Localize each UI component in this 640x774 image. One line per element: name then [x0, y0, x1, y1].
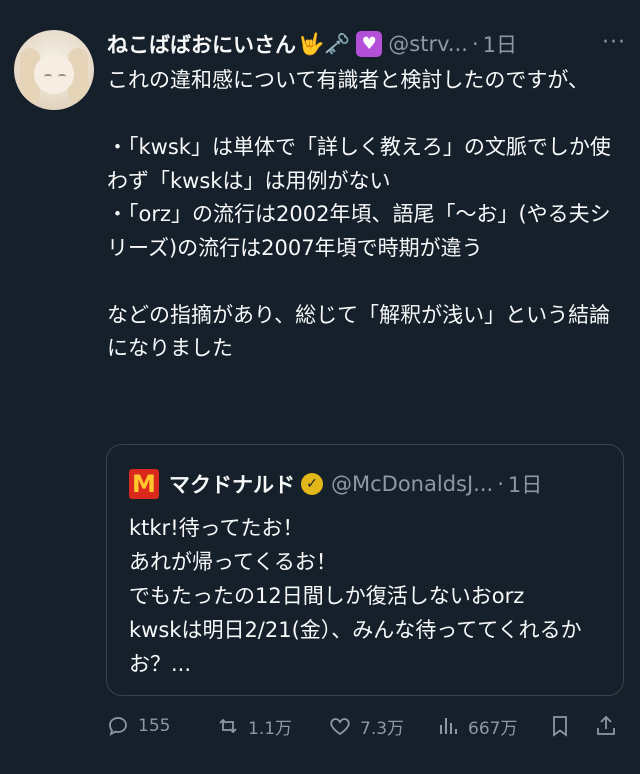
bookmark-icon: [553, 716, 567, 737]
quoted-tweet-text: ktkr!待ってたお！ あれが帰ってくるお！ でもたったの12日間しか復活しない…: [129, 516, 582, 676]
verified-badge-icon: ✓: [301, 473, 323, 495]
retweet-button[interactable]: 1.1万: [216, 714, 292, 739]
avatar-face: [34, 54, 74, 94]
action-bar: 155 1.1万 7.3万 667万: [100, 706, 626, 746]
quoted-display-name: マクドナルド: [169, 473, 295, 497]
reply-icon: [109, 717, 127, 736]
reply-count: 155: [138, 716, 171, 736]
mcdonalds-logo-icon: M: [129, 469, 159, 499]
bookmark-button[interactable]: [548, 714, 580, 738]
tweet-text: これの違和感について有識者と検討したのですが、 ・「kwsk」は単体で「詳しく教…: [107, 68, 611, 360]
heart-icon: [330, 718, 350, 736]
views-button[interactable]: 667万: [436, 714, 517, 739]
display-name[interactable]: ねこばばおにいさん: [107, 29, 296, 59]
name-emoji: 🤟🗝️: [298, 31, 351, 56]
quoted-handle: @McDonaldsJ...: [331, 472, 494, 496]
view-count: 667万: [468, 718, 518, 739]
quoted-separator-dot: ·: [497, 472, 504, 496]
user-handle[interactable]: @strv...: [388, 32, 468, 56]
quoted-tweet-header: M マクドナルド ✓ @McDonaldsJ... · 1日: [129, 469, 609, 499]
reply-button[interactable]: 155: [106, 714, 170, 738]
heart-emoji-icon: ♥: [356, 31, 383, 57]
share-button[interactable]: [594, 714, 626, 738]
like-count: 7.3万: [360, 718, 405, 739]
views-bar-chart-icon: [440, 718, 457, 734]
quoted-tweet[interactable]: M マクドナルド ✓ @McDonaldsJ... · 1日 ktkr!待ってた…: [106, 444, 624, 696]
like-button[interactable]: 7.3万: [328, 714, 404, 739]
avatar-eye-left: [44, 74, 52, 79]
more-options-icon[interactable]: ···: [602, 30, 626, 55]
quoted-timestamp: 1日: [507, 473, 543, 497]
retweet-icon: [219, 718, 237, 734]
timestamp[interactable]: 1日: [483, 29, 517, 59]
separator-dot: ·: [471, 32, 479, 56]
avatar-eye-right: [58, 74, 66, 79]
tweet-header: ねこばばおにいさん 🤟🗝️ ♥ @strv... · 1日 ···: [107, 26, 626, 62]
avatar[interactable]: [14, 30, 94, 110]
share-icon: [597, 715, 615, 735]
retweet-count: 1.1万: [248, 718, 293, 739]
